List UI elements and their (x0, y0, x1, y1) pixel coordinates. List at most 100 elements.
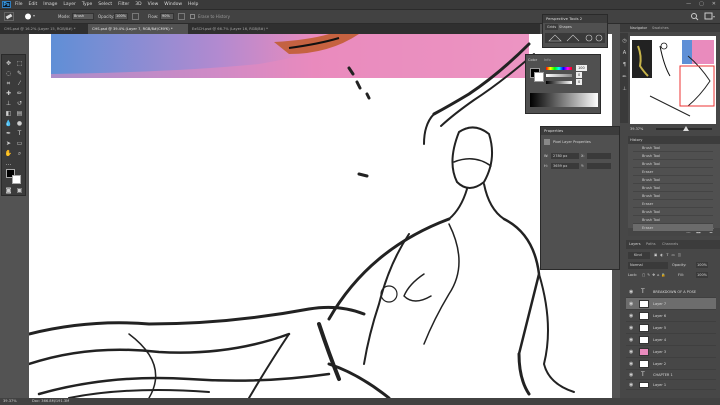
visibility-eye-icon[interactable]: ◉ (629, 370, 633, 380)
erase-history-checkbox[interactable] (190, 14, 195, 19)
visibility-eye-icon[interactable]: ◉ (629, 334, 633, 346)
dodge-tool-icon[interactable]: ● (15, 119, 24, 128)
menu-edit[interactable]: Edit (29, 0, 38, 9)
quick-mask-icon[interactable]: ◙ (4, 186, 13, 195)
layer-row[interactable]: ◉ Layer 1 (626, 380, 716, 390)
history-item[interactable]: Brush Tool (633, 144, 713, 152)
height-field[interactable]: 3659 px (551, 163, 579, 169)
layer-filter-icons[interactable]: ▣◐T▭◫ (654, 252, 684, 258)
layer-row[interactable]: ◉ Layer 5 (626, 322, 716, 334)
layer-filter-select[interactable]: Kind (628, 252, 650, 259)
tab-chs-layer7[interactable]: CHS.psd @ 39.4% (Layer 7, RGB/8#/CMYK) * (88, 24, 188, 34)
y-field[interactable] (587, 163, 611, 169)
marquee-tool-icon[interactable]: ⬚ (15, 59, 24, 68)
color-bg-swatch[interactable] (534, 72, 544, 82)
zoom-tool-icon[interactable]: ⌕ (15, 149, 24, 158)
menu-type[interactable]: Type (82, 0, 92, 9)
eyedropper-tool-icon[interactable]: ⁄ (15, 79, 24, 88)
menu-filter[interactable]: Filter (118, 0, 129, 9)
color-value-1[interactable]: 100 (576, 65, 587, 71)
background-color-swatch[interactable] (12, 175, 21, 184)
tab-exsch-layer16[interactable]: ExSCH.psd @ 66.7% (Layer 16, RGB/8#) * (188, 24, 280, 34)
zoom-slider-handle[interactable] (683, 126, 689, 131)
character-panel-icon[interactable]: A (620, 49, 629, 58)
width-field[interactable]: 2780 px (551, 153, 579, 159)
history-panel-icon[interactable]: ◷ (620, 37, 629, 46)
layer-row[interactable]: ◉ Layer 4 (626, 334, 716, 346)
lock-icons[interactable]: ▢✎✥⌂🔒 (642, 272, 668, 278)
paragraph-panel-icon[interactable]: ¶ (620, 61, 629, 70)
tab-grids[interactable]: Grids (545, 24, 559, 30)
more-tools-icon[interactable]: … (4, 159, 13, 168)
clone-stamp-icon[interactable]: ⊥ (4, 99, 13, 108)
layer-opacity-field[interactable]: 100% (696, 262, 709, 268)
lasso-tool-icon[interactable]: ◌ (4, 69, 13, 78)
navigator-zoom[interactable]: 39.37% (630, 126, 643, 132)
tool-preset-picker[interactable] (4, 12, 14, 21)
color-ramp[interactable] (530, 93, 598, 107)
flow-field[interactable]: 90% (160, 13, 174, 20)
menu-help[interactable]: Help (188, 0, 198, 9)
history-item[interactable]: Brush Tool (633, 192, 713, 200)
history-brush-icon[interactable]: ↺ (15, 99, 24, 108)
color-value-3[interactable]: 0 (576, 79, 583, 85)
tab-layers[interactable]: Layers (629, 241, 641, 247)
type-tool-icon[interactable]: T (15, 129, 24, 138)
airbrush-toggle[interactable] (178, 13, 185, 20)
history-item-current[interactable]: Eraser (633, 224, 713, 232)
minimize-button[interactable]: — (686, 0, 691, 9)
tab-paths[interactable]: Paths (646, 241, 656, 247)
brightness-slider[interactable] (546, 81, 572, 84)
gradient-tool-icon[interactable]: ▤ (15, 109, 24, 118)
layer-row[interactable]: ◉ Layer 3 (626, 346, 716, 358)
workspace-icon[interactable] (704, 12, 716, 21)
menu-layer[interactable]: Layer (63, 0, 76, 9)
visibility-eye-icon[interactable]: ◉ (629, 286, 633, 298)
visibility-eye-icon[interactable]: ◉ (629, 346, 633, 358)
close-button[interactable]: ✕ (712, 0, 716, 9)
quick-select-tool-icon[interactable]: ✎ (15, 69, 24, 78)
tab-shapes[interactable]: Shapes (559, 24, 572, 30)
clone-source-icon[interactable]: ⊥ (620, 85, 629, 94)
maximize-button[interactable]: ▢ (699, 0, 704, 9)
history-item[interactable]: Brush Tool (633, 160, 713, 168)
history-item[interactable]: Brush Tool (633, 184, 713, 192)
brush-size-picker[interactable] (24, 13, 36, 20)
layer-group-row[interactable]: ◉ T CHAPTER 1 (626, 370, 716, 380)
crop-tool-icon[interactable]: ⌗ (4, 79, 13, 88)
layer-row[interactable]: ◉ T BREAKDOWN OF A POSE (626, 286, 716, 298)
saturation-slider[interactable] (546, 74, 572, 77)
visibility-eye-icon[interactable]: ◉ (629, 358, 633, 370)
hand-tool-icon[interactable]: ✋ (4, 149, 13, 158)
history-item[interactable]: Brush Tool (633, 152, 713, 160)
shape-tool-icon[interactable]: ▭ (15, 139, 24, 148)
menu-3d[interactable]: 3D (135, 0, 141, 9)
tab-chs-layer15[interactable]: CHS.psd @ 16.2% (Layer 15, RGB/8#) * (0, 24, 88, 34)
menu-image[interactable]: Image (43, 0, 57, 9)
tab-info[interactable]: Info (544, 57, 551, 63)
search-icon[interactable] (690, 12, 699, 21)
opacity-field[interactable]: 100% (114, 13, 128, 20)
tab-navigator[interactable]: Navigator (630, 25, 647, 31)
visibility-eye-icon[interactable]: ◉ (629, 298, 633, 310)
layer-row[interactable]: ◉ Layer 2 (626, 358, 716, 370)
brush-tool-icon[interactable]: ✏ (15, 89, 24, 98)
history-item[interactable]: Brush Tool (633, 176, 713, 184)
hue-slider[interactable] (546, 67, 572, 70)
history-item[interactable]: Eraser (633, 168, 713, 176)
status-zoom[interactable]: 39.37% (3, 398, 17, 405)
history-item[interactable]: Eraser (633, 200, 713, 208)
move-tool-icon[interactable]: ✥ (4, 59, 13, 68)
blur-tool-icon[interactable]: 💧 (4, 119, 13, 128)
fill-field[interactable]: 100% (696, 272, 709, 278)
menu-file[interactable]: File (15, 0, 23, 9)
pressure-opacity-toggle[interactable] (132, 13, 139, 20)
color-value-2[interactable]: 0 (576, 72, 583, 78)
menu-select[interactable]: Select (98, 0, 112, 9)
layer-row[interactable]: ◉ Layer 6 (626, 310, 716, 322)
visibility-eye-icon[interactable]: ◉ (629, 322, 633, 334)
perspective-grid-buttons[interactable] (545, 33, 605, 43)
screen-mode-icon[interactable]: ▣ (15, 186, 24, 195)
visibility-eye-icon[interactable]: ◉ (629, 310, 633, 322)
tab-swatches[interactable]: Swatches (652, 25, 669, 31)
